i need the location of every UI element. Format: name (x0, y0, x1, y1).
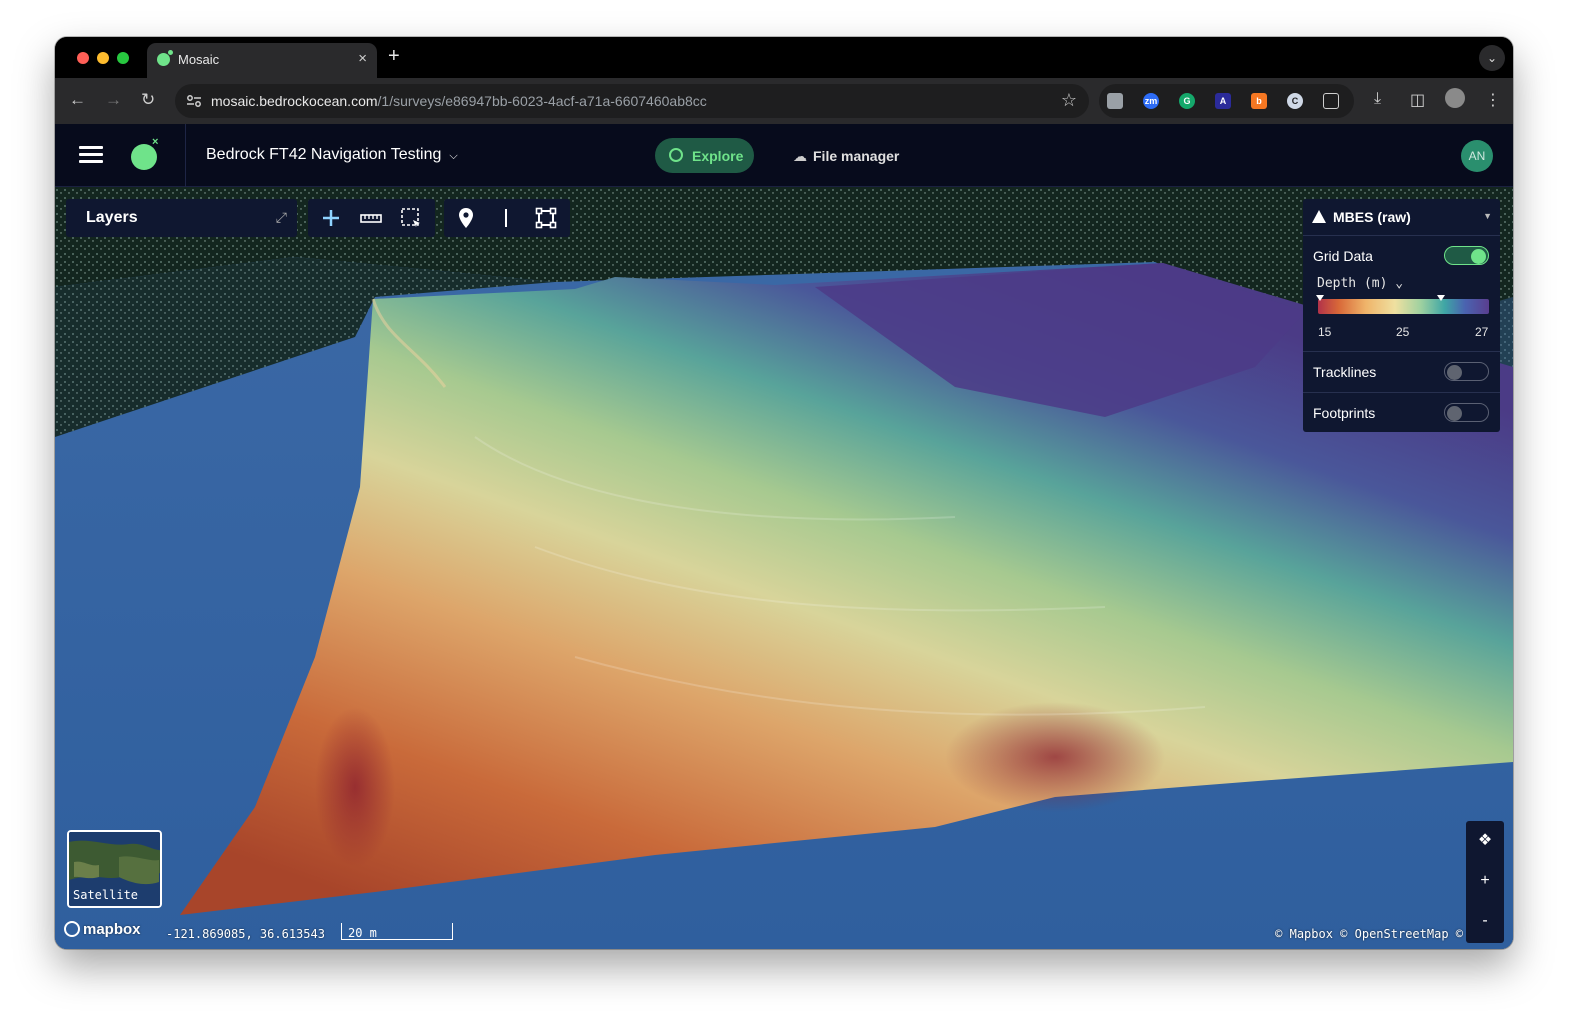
extension-onepassword-icon[interactable]: C (1287, 93, 1303, 109)
minimize-window-button[interactable] (97, 52, 109, 64)
downloads-icon[interactable]: ⤓ (1374, 90, 1381, 108)
layers-title: Layers (86, 209, 138, 226)
divider (1303, 351, 1500, 352)
ramp-tick-mid: 25 (1396, 325, 1410, 339)
draw-tools (308, 199, 435, 237)
tab-close-icon[interactable]: × (358, 50, 367, 67)
footprints-label: Footprints (1313, 405, 1376, 421)
mapbox-mark-icon (64, 921, 80, 937)
extensions-puzzle-icon[interactable] (1323, 93, 1339, 109)
extensions-bar: zm G A b C (1099, 84, 1354, 118)
forward-arrow-icon[interactable]: → (105, 90, 122, 110)
grid-data-toggle[interactable] (1444, 246, 1489, 265)
tracklines-label: Tracklines (1313, 364, 1377, 380)
zoom-in-button[interactable]: + (1466, 861, 1504, 901)
project-name: Bedrock FT42 Navigation Testing (206, 146, 442, 163)
cursor-coordinates: -121.869085, 36.613543 (166, 927, 325, 941)
app-header: × Bedrock FT42 Navigation Testing ⌵ Explo… (55, 124, 1513, 187)
extension-hubspot-icon[interactable]: b (1251, 93, 1267, 109)
tab-strip: Mosaic × + ⌄ (55, 37, 1513, 78)
maximize-window-button[interactable] (117, 52, 129, 64)
chevron-down-icon: ⌄ (1395, 276, 1404, 291)
mbes-layer-header[interactable]: MBES (raw) ▼ (1303, 199, 1500, 236)
mosaic-favicon-icon (157, 50, 173, 66)
hamburger-menu-icon[interactable] (79, 146, 103, 164)
ruler-icon[interactable] (359, 206, 383, 230)
url-host: mosaic.bedrockocean.com (211, 93, 378, 109)
globe-icon (669, 148, 683, 162)
depth-color-ramp[interactable] (1318, 299, 1489, 314)
url-text[interactable]: mosaic.bedrockocean.com/1/surveys/e86947… (211, 93, 707, 109)
layer-type-triangle-icon (1312, 210, 1326, 223)
extension-zoom-icon[interactable]: zm (1143, 93, 1159, 109)
browser-toolbar: ← → ↻ mosaic.bedrockocean.com/1/surveys/… (55, 78, 1513, 124)
map-attribution[interactable]: © Mapbox © OpenStreetMap © (1275, 927, 1463, 941)
back-arrow-icon[interactable]: ← (69, 90, 86, 110)
map-viewport[interactable]: Layers ⤢ MBES (raw) ▼ Grid Data Depth (m… (55, 187, 1513, 949)
collapse-chevron-icon[interactable]: ▼ (1483, 211, 1492, 221)
ramp-tick-max: 27 (1475, 325, 1489, 339)
browser-tab[interactable]: Mosaic × (147, 43, 377, 78)
extension-grammarly-icon[interactable]: G (1179, 93, 1195, 109)
scale-bar: 20 m (341, 923, 453, 940)
file-manager-button[interactable]: ☁ File manager (793, 148, 899, 165)
mbes-layer-title: MBES (raw) (1333, 209, 1411, 225)
map-pin-icon[interactable] (454, 206, 478, 230)
ramp-tick-min: 15 (1318, 325, 1332, 339)
browser-menu-icon[interactable]: ⋮ (1485, 90, 1501, 110)
new-tab-button[interactable]: + (388, 45, 400, 68)
explore-button[interactable]: Explore (655, 138, 754, 173)
grid-data-label: Grid Data (1313, 248, 1373, 264)
chevron-down-icon: ⌵ (449, 150, 458, 162)
basemap-switcher[interactable]: Satellite (67, 830, 162, 908)
toggle-knob (1471, 249, 1486, 264)
map-navigation-controls: ❖ + - (1466, 821, 1504, 943)
reload-icon[interactable]: ↻ (141, 90, 155, 110)
layers-panel[interactable]: Layers ⤢ (66, 199, 297, 237)
close-window-button[interactable] (77, 52, 89, 64)
mbes-layer-panel: MBES (raw) ▼ Grid Data Depth (m) ⌄ 15 25… (1303, 199, 1500, 432)
browser-window: Mosaic × + ⌄ ← → ↻ mosaic.bedrockocean.c… (55, 37, 1513, 949)
extension-a-icon[interactable]: A (1215, 93, 1231, 109)
ramp-min-handle[interactable] (1316, 295, 1324, 301)
tab-title: Mosaic (178, 52, 220, 67)
compass-icon[interactable]: ❖ (1466, 821, 1504, 861)
explore-label: Explore (692, 148, 744, 164)
toggle-knob (1447, 365, 1462, 380)
color-by-select[interactable]: Depth (m) ⌄ (1317, 276, 1403, 291)
annotation-tools (444, 199, 570, 237)
add-icon[interactable] (319, 206, 343, 230)
user-avatar[interactable]: AN (1461, 140, 1493, 172)
side-panel-icon[interactable]: ◫ (1410, 90, 1425, 110)
mapbox-logo[interactable]: mapbox (64, 921, 141, 938)
basemap-label: Satellite (73, 888, 139, 902)
polygon-tool-icon[interactable] (534, 206, 558, 230)
expand-icon[interactable]: ⤢ (276, 209, 287, 226)
cloud-upload-icon: ☁ (793, 148, 807, 164)
color-by-value: Depth (m) (1317, 276, 1388, 291)
file-manager-label: File manager (813, 148, 900, 164)
ramp-max-handle[interactable] (1437, 295, 1445, 301)
extension-generic-icon[interactable] (1107, 93, 1123, 109)
bookmark-star-icon[interactable]: ☆ (1061, 90, 1077, 111)
footprints-toggle[interactable] (1444, 403, 1489, 422)
select-area-icon[interactable] (399, 206, 423, 230)
divider (1303, 392, 1500, 393)
tracklines-toggle[interactable] (1444, 362, 1489, 381)
address-bar[interactable]: mosaic.bedrockocean.com/1/surveys/e86947… (175, 84, 1089, 118)
zoom-out-button[interactable]: - (1466, 901, 1504, 941)
tab-search-chevron-icon[interactable]: ⌄ (1479, 45, 1505, 71)
url-path: /1/surveys/e86947bb-6023-4acf-a71a-66074… (377, 93, 707, 109)
logo-mark-icon: × (152, 136, 159, 148)
mapbox-wordmark: mapbox (83, 921, 141, 938)
bathymetry-surface[interactable] (55, 187, 1513, 949)
profile-avatar-icon[interactable] (1445, 88, 1465, 108)
site-settings-icon[interactable] (185, 92, 203, 110)
project-selector[interactable]: Bedrock FT42 Navigation Testing ⌵ (206, 146, 458, 164)
line-tool-icon[interactable] (494, 206, 518, 230)
header-divider (185, 124, 186, 187)
toggle-knob (1447, 406, 1462, 421)
